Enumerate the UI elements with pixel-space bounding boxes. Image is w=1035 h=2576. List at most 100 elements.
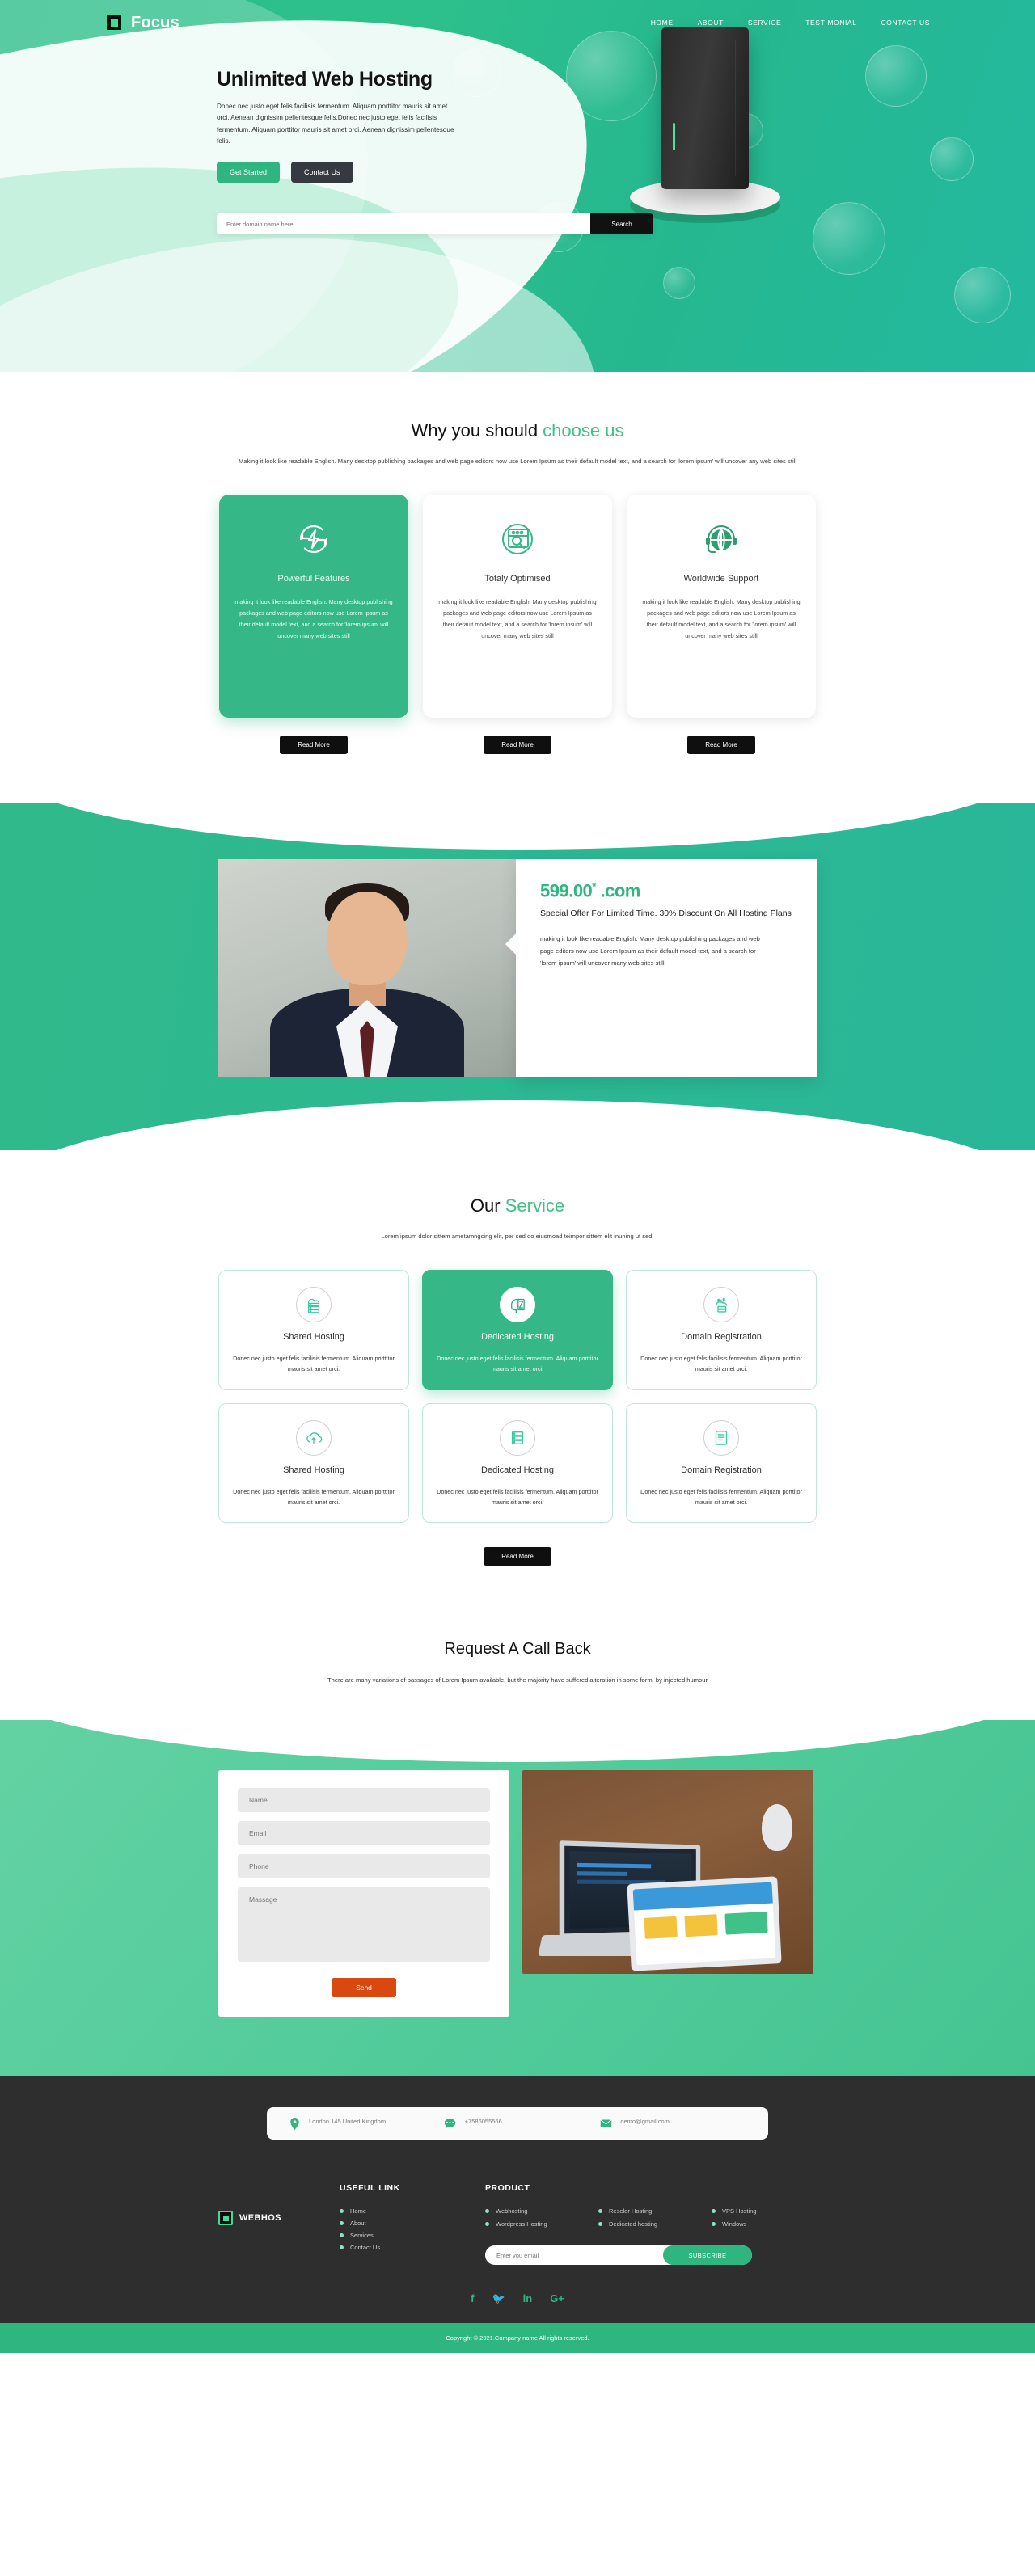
newsletter-email-input[interactable] [485,2251,663,2259]
promo-price: 599.00* .com [540,880,796,901]
domain-search-button[interactable]: Search [590,213,653,235]
send-button[interactable]: Send [332,1978,396,1997]
social-links: f 🐦 in G+ [0,2292,1035,2323]
our-service-section: Our Service Lorem ipsum dolor sittem ame… [0,1150,1035,1599]
promo-portrait-photo [218,859,516,1078]
feature-cards: Powerful Features making it look like re… [218,495,817,719]
nav-item-about[interactable]: ABOUT [698,19,724,27]
contact-address: London 145 United Kingdom [288,2117,436,2130]
send-row: Send [238,1978,490,1997]
footer-link-about[interactable]: About [340,2220,485,2227]
services-subtitle: Lorem ipsum dolor sittem ametamngcing el… [381,1233,654,1241]
product-link-reseler-hosting[interactable]: Reseler Hosting [598,2207,703,2215]
service-card-domain-registration-1[interactable]: Domain Registration Donec nec justo eget… [626,1270,817,1390]
service-card-title: Dedicated Hosting [481,1465,554,1475]
product-link-windows[interactable]: Windows [712,2220,817,2228]
location-pin-icon [288,2117,301,2130]
service-card-dedicated-hosting-1[interactable]: Dedicated Hosting Donec nec justo eget f… [422,1270,613,1390]
product-link-dedicated-hosting[interactable]: Dedicated hosting [598,2220,703,2228]
bubble-decoration [954,267,1011,323]
contact-email-text: demo@gmail.com [620,2118,670,2125]
twitter-icon[interactable]: 🐦 [492,2292,505,2305]
footer-logo[interactable]: WEBHOS [218,2183,340,2225]
newsletter-subscribe: SUBSCRIBE [485,2245,752,2265]
why-title-main: Why you should [411,420,543,441]
useful-link-list: Home About Services Contact Us [340,2207,485,2251]
domain-search-input[interactable] [217,220,590,228]
envelope-icon [599,2117,612,2130]
read-more-button-2[interactable]: Read More [484,736,551,755]
product-link-label: Webhosting [496,2207,528,2215]
request-callback-section: Request A Call Back There are many varia… [0,1598,1035,2076]
footer-link-home[interactable]: Home [340,2207,485,2215]
callback-form-band: Send [0,1688,1035,2076]
service-cards-grid: Shared Hosting Donec nec justo eget feli… [218,1270,817,1524]
product-link-vps-hosting[interactable]: VPS Hosting [712,2207,817,2215]
nav-item-testimonial[interactable]: TESTIMONIAL [805,19,856,27]
brand-name: Focus [131,13,180,32]
brand-logo[interactable]: Focus [105,14,180,32]
get-started-button[interactable]: Get Started [217,162,281,183]
promo-body: making it look like readable English. Ma… [540,935,760,967]
why-section-subtitle: Making it look like readable English. Ma… [238,457,797,465]
product-link-wordpress-hosting[interactable]: Wordpress Hosting [485,2220,590,2228]
service-card-dedicated-hosting-2[interactable]: Dedicated Hosting Donec nec justo eget f… [422,1402,613,1524]
message-textarea[interactable] [238,1887,490,1962]
product-links-grid: Webhosting Reseler Hosting VPS Hosting W… [485,2207,817,2228]
why-choose-us-section: Why you should choose us Making it look … [0,372,1035,803]
hero-section: Focus HOME ABOUT SERVICE TESTIMONIAL CON… [0,0,1035,372]
tablet-device [627,1876,782,1971]
footer-columns: WEBHOS USEFUL LINK Home About Services C… [218,2183,817,2265]
promo-heading: Special Offer For Limited Time. 30% Disc… [540,909,792,919]
linkedin-icon[interactable]: in [523,2292,533,2305]
service-card-shared-hosting-2[interactable]: Shared Hosting Donec nec justo eget feli… [218,1402,409,1524]
google-plus-icon[interactable]: G+ [550,2292,564,2305]
footer-link-services[interactable]: Services [340,2232,485,2239]
services-title: Our Service [0,1195,1035,1216]
email-input[interactable] [238,1821,490,1845]
service-card-shared-hosting-1[interactable]: Shared Hosting Donec nec justo eget feli… [218,1270,409,1390]
bullet-dot-icon [340,2221,344,2225]
why-title-accent: choose us [543,420,624,441]
service-card-domain-registration-2[interactable]: Domain Registration Donec nec justo eget… [626,1402,817,1524]
bullet-dot-icon [712,2222,716,2226]
bullet-dot-icon [598,2222,602,2226]
read-more-slot: Read More [219,736,408,755]
main-navigation: Focus HOME ABOUT SERVICE TESTIMONIAL CON… [0,0,1035,45]
feature-card-worldwide-support[interactable]: Worldwide Support making it look like re… [627,495,816,719]
facebook-icon[interactable]: f [471,2292,474,2305]
service-card-body: Donec nec justo eget felis facilisis fer… [437,1355,598,1373]
footer-link-contact-us[interactable]: Contact Us [340,2244,485,2251]
read-more-slot: Read More [627,736,816,755]
feature-card-totaly-optimised[interactable]: Totaly Optimised making it look like rea… [423,495,612,719]
bullet-dot-icon [485,2222,489,2226]
nav-links: HOME ABOUT SERVICE TESTIMONIAL CONTACT U… [651,19,930,27]
domain-search-bar: Search [217,213,653,235]
service-card-title: Shared Hosting [283,1465,344,1475]
services-read-more-button[interactable]: Read More [484,1547,551,1566]
product-link-webhosting[interactable]: Webhosting [485,2207,590,2215]
nav-item-home[interactable]: HOME [651,19,674,27]
hero-content: Unlimited Web Hosting Donec nec justo eg… [0,45,1035,183]
nav-item-contact-us[interactable]: CONTACT US [881,19,930,27]
photo-face [327,892,407,986]
callback-subtitle: There are many variations of passages of… [327,1676,708,1684]
promo-price-asterisk: * [592,880,596,893]
globe-headset-icon [641,516,801,563]
feature-card-title: Powerful Features [277,574,350,584]
read-more-button-3[interactable]: Read More [687,736,755,755]
footer-link-label: Home [350,2207,367,2215]
feature-card-powerful-features[interactable]: Powerful Features making it look like re… [219,495,408,719]
read-more-button-1[interactable]: Read More [280,736,348,755]
callback-form: Send [218,1770,509,2017]
promo-offer-card: 599.00* .com Special Offer For Limited T… [505,859,817,1078]
nav-item-service[interactable]: SERVICE [748,19,781,27]
service-card-body: Donec nec justo eget felis facilisis fer… [640,1487,802,1507]
name-input[interactable] [238,1788,490,1812]
bullet-dot-icon [340,2245,344,2249]
promo-content: 599.00* .com Special Offer For Limited T… [218,859,817,1078]
contact-us-button[interactable]: Contact Us [291,162,353,183]
phone-input[interactable] [238,1854,490,1878]
subscribe-button[interactable]: SUBSCRIBE [663,2245,752,2265]
footer-logo-name: WEBHOS [239,2213,281,2223]
